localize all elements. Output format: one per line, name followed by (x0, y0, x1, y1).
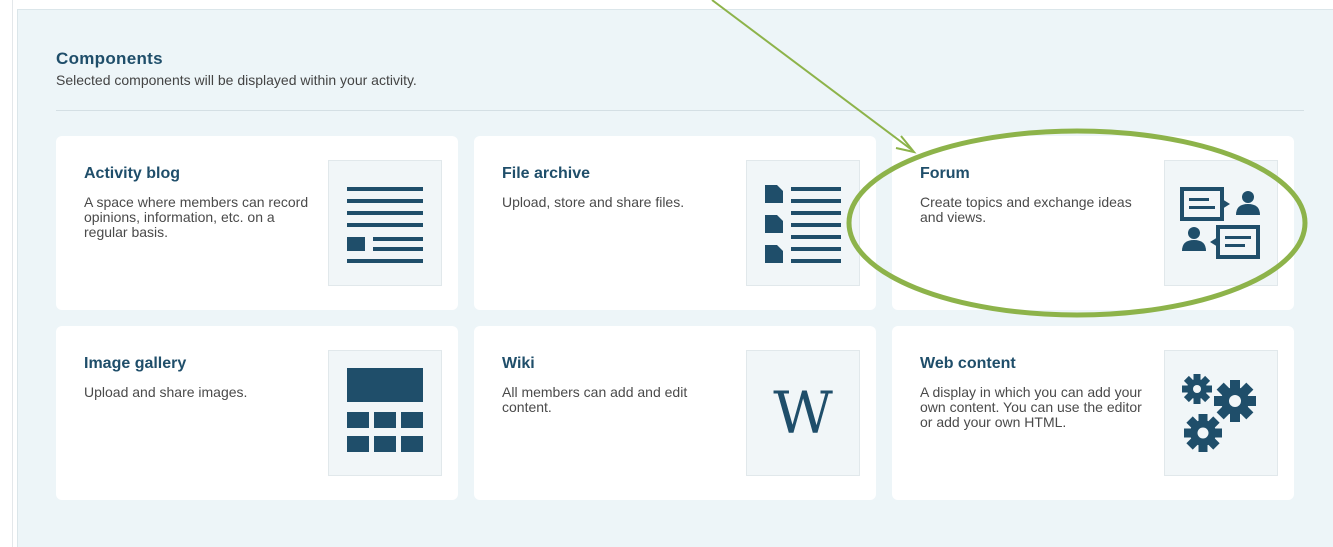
card-title: Activity blog (84, 165, 181, 182)
wiki-icon: W (746, 350, 860, 476)
image-gallery-icon (328, 350, 442, 476)
blog-icon (328, 160, 442, 286)
card-description: Create topics and exchange ideas and vie… (920, 194, 1132, 225)
card-title: Wiki (502, 355, 535, 372)
gears-icon (1164, 350, 1278, 476)
card-description: All members can add and edit content. (502, 384, 688, 415)
component-card-activity-blog[interactable]: Activity blog A space where members can … (56, 136, 458, 310)
section-title: Components (56, 49, 163, 68)
file-archive-icon (746, 160, 860, 286)
card-description: Upload, store and share files. (502, 194, 685, 210)
component-card-forum[interactable]: Forum Create topics and exchange ideas a… (892, 136, 1294, 310)
component-card-image-gallery[interactable]: Image gallery Upload and share images. (56, 326, 458, 500)
component-card-web-content[interactable]: Web content A display in which you can a… (892, 326, 1294, 500)
component-card-file-archive[interactable]: File archive Upload, store and share fil… (474, 136, 876, 310)
card-title: Image gallery (84, 355, 187, 372)
left-border (12, 0, 13, 547)
card-description: A display in which you can add your own … (920, 384, 1142, 430)
card-description: Upload and share images. (84, 384, 248, 400)
section-subtitle: Selected components will be displayed wi… (56, 72, 417, 88)
card-title: Forum (920, 165, 970, 182)
component-card-wiki[interactable]: Wiki All members can add and edit conten… (474, 326, 876, 500)
forum-icon (1164, 160, 1278, 286)
wiki-glyph: W (773, 379, 833, 447)
card-title: Web content (920, 355, 1016, 372)
section-divider (56, 110, 1304, 111)
card-title: File archive (502, 165, 591, 182)
card-description: A space where members can record opinion… (84, 194, 309, 240)
